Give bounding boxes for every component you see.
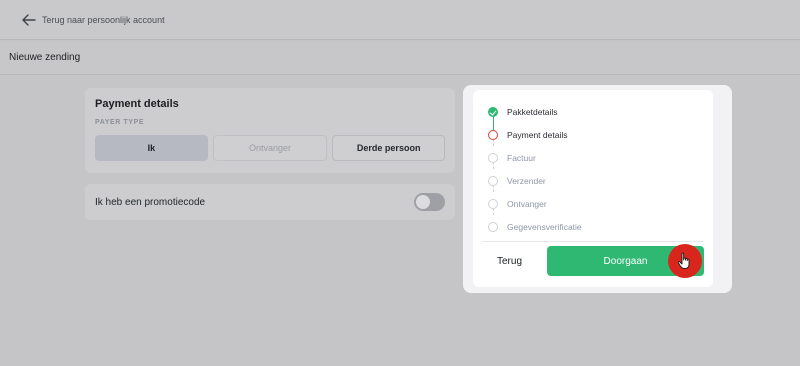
promo-code-label: Ik heb een promotiecode bbox=[95, 196, 206, 208]
step-label: Ontvanger bbox=[507, 198, 547, 209]
step-connector bbox=[492, 116, 494, 130]
step-ontvanger: Ontvanger bbox=[488, 185, 582, 215]
step-label: Pakketdetails bbox=[507, 106, 558, 117]
divider bbox=[482, 241, 703, 242]
step-connector bbox=[492, 162, 494, 169]
back-button[interactable]: Terug bbox=[497, 256, 522, 267]
step-gegevensverificatie: Gegevensverificatie bbox=[488, 208, 582, 238]
step-connector bbox=[492, 208, 494, 215]
page-header: Nieuwe zending bbox=[0, 41, 800, 75]
hand-pointer-icon bbox=[668, 244, 702, 278]
step-label: Verzender bbox=[507, 175, 546, 186]
payment-details-card: Payment details PAYER TYPE Ik Ontvanger … bbox=[85, 88, 455, 173]
toggle-knob bbox=[416, 195, 430, 209]
arrow-left-icon[interactable] bbox=[22, 13, 36, 26]
payment-details-title: Payment details bbox=[95, 98, 179, 110]
page-title: Nieuwe zending bbox=[9, 52, 81, 63]
step-label: Payment details bbox=[507, 129, 568, 140]
current-step-icon bbox=[488, 129, 498, 140]
top-bar: Terug naar persoonlijk account bbox=[0, 0, 800, 40]
promo-code-card: Ik heb een promotiecode bbox=[85, 184, 455, 220]
step-label: Factuur bbox=[507, 152, 536, 163]
step-verzender: Verzender bbox=[488, 162, 582, 192]
payer-option-ontvanger[interactable]: Ontvanger bbox=[212, 135, 328, 161]
pending-step-icon bbox=[488, 221, 498, 232]
pending-step-icon bbox=[488, 175, 498, 186]
check-icon bbox=[488, 106, 498, 117]
payer-type-options: Ik Ontvanger Derde persoon bbox=[95, 135, 446, 161]
payer-option-derde-persoon[interactable]: Derde persoon bbox=[332, 135, 446, 161]
pending-step-icon bbox=[488, 198, 498, 209]
payer-type-label: PAYER TYPE bbox=[95, 119, 145, 126]
step-list: Pakketdetails Payment details Factuur Ve… bbox=[488, 100, 582, 238]
step-label: Gegevensverificatie bbox=[507, 221, 582, 232]
back-to-account-link[interactable]: Terug naar persoonlijk account bbox=[42, 15, 165, 25]
step-payment-details: Payment details bbox=[488, 123, 582, 146]
step-factuur: Factuur bbox=[488, 139, 582, 169]
promo-code-toggle[interactable] bbox=[414, 193, 445, 211]
step-connector bbox=[492, 185, 494, 192]
step-connector bbox=[492, 139, 494, 146]
pending-step-icon bbox=[488, 152, 498, 163]
payer-option-ik[interactable]: Ik bbox=[95, 135, 208, 161]
step-pakketdetails: Pakketdetails bbox=[488, 100, 582, 130]
